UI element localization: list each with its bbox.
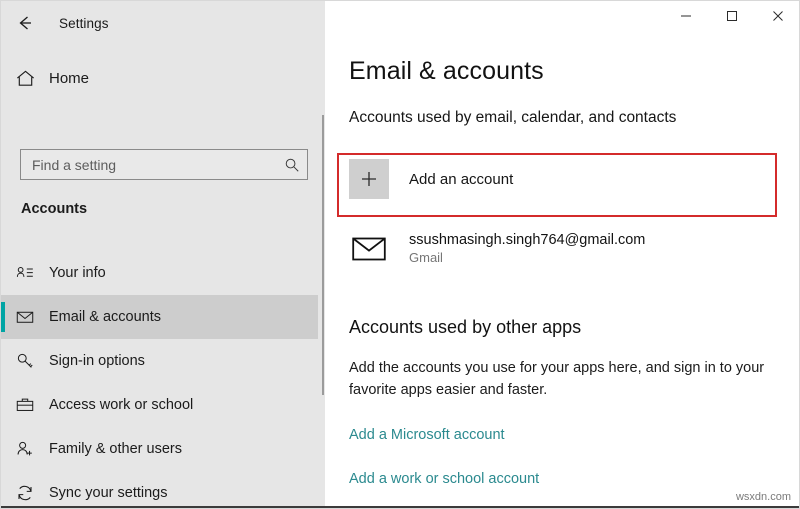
sidebar-item-label: Family & other users xyxy=(49,441,182,457)
title-bar: Settings xyxy=(1,1,799,45)
settings-window: Settings Home Find a setting Accounts Yo… xyxy=(0,0,800,509)
bottom-divider xyxy=(1,506,799,508)
sidebar-scrollbar[interactable] xyxy=(322,115,324,395)
add-microsoft-account-link[interactable]: Add a Microsoft account xyxy=(349,427,505,443)
close-button[interactable] xyxy=(755,1,799,31)
sidebar-item-home[interactable]: Home xyxy=(1,61,311,95)
search-input[interactable] xyxy=(21,149,277,180)
home-icon xyxy=(1,68,49,89)
sidebar-item-sync-your-settings[interactable]: Sync your settings xyxy=(1,471,318,508)
sidebar-nav-list: Your info Email & accounts Sign-in optio… xyxy=(1,251,318,508)
sidebar: Home Accounts You xyxy=(1,45,325,508)
sidebar-item-label: Email & accounts xyxy=(49,309,162,325)
home-label: Home xyxy=(49,69,90,87)
email-accounts-heading: Accounts used by email, calendar, and co… xyxy=(349,109,677,126)
sidebar-item-family-other-users[interactable]: Family & other users xyxy=(1,427,318,471)
other-apps-description: Add the accounts you use for your apps h… xyxy=(349,360,765,399)
account-text: ssushmasingh.singh764@gmail.com Gmail xyxy=(409,231,645,267)
title-bar-left: Settings xyxy=(1,1,325,45)
sidebar-item-sign-in-options[interactable]: Sign-in options xyxy=(1,339,318,383)
sidebar-item-label: Sign-in options xyxy=(49,353,145,369)
search-box[interactable] xyxy=(20,149,308,180)
watermark: wsxdn.com xyxy=(735,491,791,503)
sidebar-section-heading: Accounts xyxy=(21,201,88,217)
window-controls xyxy=(325,1,799,45)
sync-icon xyxy=(1,483,49,503)
main-content: Email & accounts Accounts used by email,… xyxy=(325,45,799,508)
envelope-icon xyxy=(349,229,389,269)
sidebar-item-label: Access work or school xyxy=(49,397,194,413)
key-icon xyxy=(1,351,49,371)
search-icon xyxy=(277,157,307,173)
contact-card-icon xyxy=(1,263,49,283)
account-provider: Gmail xyxy=(409,250,443,266)
other-apps-heading: Accounts used by other apps xyxy=(349,317,582,337)
add-account-button[interactable]: Add an account xyxy=(349,155,779,203)
minimize-button[interactable] xyxy=(663,1,709,31)
window-title: Settings xyxy=(59,15,109,31)
sidebar-item-your-info[interactable]: Your info xyxy=(1,251,318,295)
maximize-button[interactable] xyxy=(709,1,755,31)
add-work-school-account-link[interactable]: Add a work or school account xyxy=(349,471,539,487)
briefcase-icon xyxy=(1,395,49,415)
person-add-icon xyxy=(1,439,49,459)
account-email: ssushmasingh.singh764@gmail.com xyxy=(409,231,646,248)
sidebar-item-label: Sync your settings xyxy=(49,485,168,501)
sidebar-item-email-accounts[interactable]: Email & accounts xyxy=(1,295,318,339)
plus-icon xyxy=(349,159,389,199)
page-title: Email & accounts xyxy=(349,57,544,85)
back-arrow-icon[interactable] xyxy=(3,3,47,43)
envelope-icon xyxy=(1,307,49,327)
account-list-item[interactable]: ssushmasingh.singh764@gmail.com Gmail xyxy=(349,225,779,273)
sidebar-item-access-work-or-school[interactable]: Access work or school xyxy=(1,383,318,427)
add-account-label: Add an account xyxy=(409,170,514,188)
sidebar-item-label: Your info xyxy=(49,265,106,281)
